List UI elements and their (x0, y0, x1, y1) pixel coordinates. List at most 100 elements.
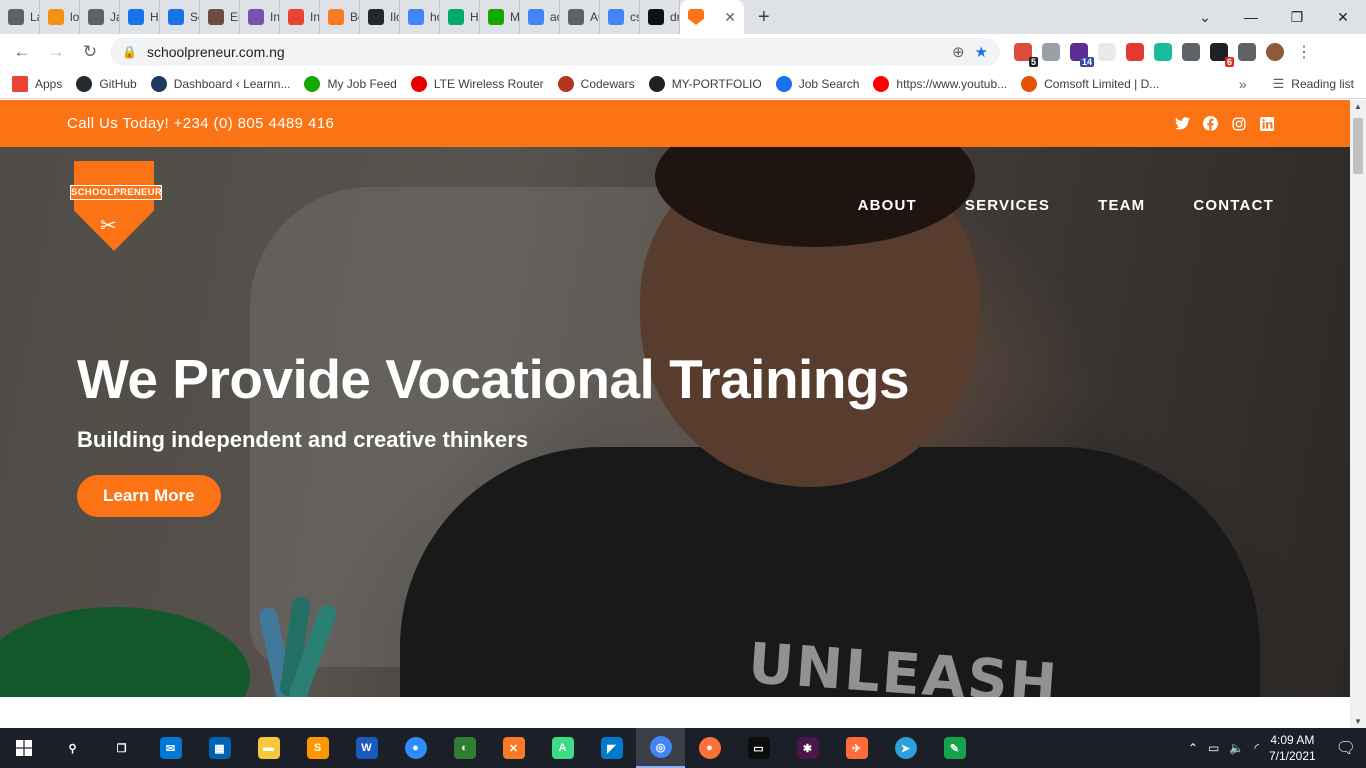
school-extension-icon[interactable]: 14 (1070, 43, 1094, 67)
browser-tab[interactable]: Inpu (240, 0, 280, 34)
taskbar-app[interactable]: S (293, 728, 342, 768)
vscode-icon: ◤ (600, 737, 623, 759)
nav-link-about[interactable]: ABOUT (858, 197, 917, 214)
twitter-icon[interactable] (1175, 116, 1190, 131)
learn-more-button[interactable]: Learn More (77, 475, 221, 517)
taskbar-app[interactable]: ⚲ (48, 728, 97, 768)
bookmark-item[interactable]: GitHub (76, 76, 137, 92)
forward-button[interactable]: → (42, 38, 70, 66)
taskbar-app[interactable]: ✱ (783, 728, 832, 768)
nav-link-team[interactable]: TEAM (1098, 197, 1145, 214)
reading-list-button[interactable]: ☰ Reading list (1273, 76, 1354, 92)
todoist-extension-icon[interactable]: 5 (1014, 43, 1038, 67)
scroll-up-arrow-icon[interactable]: ▲ (1354, 102, 1362, 111)
minimize-icon[interactable]: — (1228, 9, 1274, 25)
url-text[interactable]: schoolpreneur.com.ng (147, 44, 942, 60)
address-bar[interactable]: 🔒 schoolpreneur.com.ng ⊕ ★ (110, 38, 1000, 66)
browser-menu-icon[interactable]: ⋮ (1296, 42, 1312, 62)
wifi-icon[interactable]: ◜ (1254, 741, 1259, 755)
taskbar-app[interactable]: ◐ (440, 728, 489, 768)
bookmark-item[interactable]: Dashboard ‹ Learnn... (150, 76, 290, 92)
instagram-icon[interactable] (1231, 116, 1246, 131)
volume-icon[interactable]: 🔈 (1229, 741, 1244, 755)
bookmark-item[interactable]: Codewars (557, 76, 635, 92)
tab-active-schoolpreneur[interactable]: ✕ (680, 0, 744, 34)
coins-extension-icon[interactable] (1182, 43, 1200, 61)
taskbar-app[interactable]: ● (391, 728, 440, 768)
taskbar-app[interactable]: ✎ (930, 728, 979, 768)
more-bookmarks-button[interactable]: » (1239, 76, 1247, 92)
bookmark-item[interactable]: LTE Wireless Router (410, 76, 544, 92)
puzzle-extension-icon[interactable] (1238, 43, 1256, 61)
bookmark-item[interactable]: Comsoft Limited | D... (1021, 76, 1159, 92)
close-window-icon[interactable]: ✕ (1320, 9, 1366, 26)
facebook-icon[interactable] (1203, 116, 1218, 131)
linkedin-icon[interactable] (1259, 116, 1274, 131)
browser-tab[interactable]: Lara (0, 0, 40, 34)
system-clock[interactable]: 4:09 AM 7/1/2021 (1269, 732, 1316, 764)
tab-title: loca (70, 10, 80, 24)
taskbar-app[interactable]: ▦ (195, 728, 244, 768)
bookmark-item[interactable]: My Job Feed (304, 76, 397, 92)
browser-tab[interactable]: loca (40, 0, 80, 34)
blank-extension-icon[interactable] (1098, 43, 1116, 61)
browser-tab[interactable]: Boo (320, 0, 360, 34)
m-extension-icon[interactable] (1154, 43, 1172, 61)
bookmark-item[interactable]: Apps (12, 76, 62, 92)
lock-icon[interactable]: 🔒 (122, 45, 137, 59)
notifications-icon[interactable]: 🗨 (1336, 738, 1356, 758)
browser-tab[interactable]: My (480, 0, 520, 34)
browser-tab[interactable]: drop (640, 0, 680, 34)
bookmark-star-icon[interactable]: ★ (975, 43, 988, 61)
scroll-thumb[interactable] (1353, 118, 1363, 174)
restore-icon[interactable]: ❐ (1274, 9, 1320, 26)
start-button[interactable] (0, 728, 48, 768)
bookmark-item[interactable]: https://www.youtub... (873, 76, 1007, 92)
bookmark-item[interactable]: MY-PORTFOLIO (648, 76, 762, 92)
phone-contact[interactable]: Call Us Today! +234 (0) 805 4489 416 (67, 115, 334, 132)
browser-tab[interactable]: Eme (200, 0, 240, 34)
tasks-extension-icon[interactable]: 6 (1210, 43, 1234, 67)
tray-overflow-icon[interactable]: ⌃ (1188, 741, 1198, 755)
bookmark-item[interactable]: Job Search (775, 76, 859, 92)
browser-tab[interactable]: Setti (160, 0, 200, 34)
tab-title: How (470, 10, 479, 24)
browser-tab[interactable]: Java (80, 0, 120, 34)
reload-button[interactable]: ↻ (76, 38, 104, 66)
page-scrollbar[interactable]: ▲ ▼ (1350, 100, 1366, 728)
browser-tab[interactable]: Inbc (280, 0, 320, 34)
taskbar-app[interactable]: ✉ (146, 728, 195, 768)
new-tab-button[interactable]: + (744, 6, 784, 29)
close-tab-icon[interactable]: ✕ (724, 9, 736, 26)
battery-icon[interactable]: ▭ (1208, 741, 1219, 755)
taskbar-app[interactable]: ➤ (881, 728, 930, 768)
taskbar-app[interactable]: ● (685, 728, 734, 768)
browser-tab[interactable]: How (440, 0, 480, 34)
taskbar-app[interactable]: ✕ (489, 728, 538, 768)
zoom-icon[interactable]: ⊕ (952, 43, 965, 61)
browser-tab[interactable]: Ilob (360, 0, 400, 34)
browser-tab[interactable]: AOS (560, 0, 600, 34)
vue-extension-icon[interactable] (1042, 43, 1060, 61)
taskbar-app[interactable]: ❐ (97, 728, 146, 768)
nav-link-services[interactable]: SERVICES (965, 197, 1050, 214)
taskbar-app[interactable]: ✈ (832, 728, 881, 768)
profile-avatar-icon[interactable] (1266, 43, 1284, 61)
back-button[interactable]: ← (8, 38, 36, 66)
taskbar-app[interactable]: ◎ (636, 728, 685, 768)
browser-tab[interactable]: Hist (120, 0, 160, 34)
browser-tab[interactable]: aos (520, 0, 560, 34)
browser-tab[interactable]: css f (600, 0, 640, 34)
nav-link-contact[interactable]: CONTACT (1193, 197, 1274, 214)
taskbar-app[interactable]: ▭ (734, 728, 783, 768)
telegram-icon: ➤ (894, 737, 917, 759)
schoolpreneur-logo[interactable]: SCHOOLPRENEUR ✂ (70, 161, 162, 253)
taskbar-app[interactable]: ▬ (244, 728, 293, 768)
scroll-down-arrow-icon[interactable]: ▼ (1354, 717, 1362, 726)
browser-tab[interactable]: how (400, 0, 440, 34)
adblock-extension-icon[interactable] (1126, 43, 1144, 61)
tab-search-icon[interactable]: ⌄ (1182, 9, 1228, 26)
taskbar-app[interactable]: A (538, 728, 587, 768)
taskbar-app[interactable]: ◤ (587, 728, 636, 768)
taskbar-app[interactable]: W (342, 728, 391, 768)
